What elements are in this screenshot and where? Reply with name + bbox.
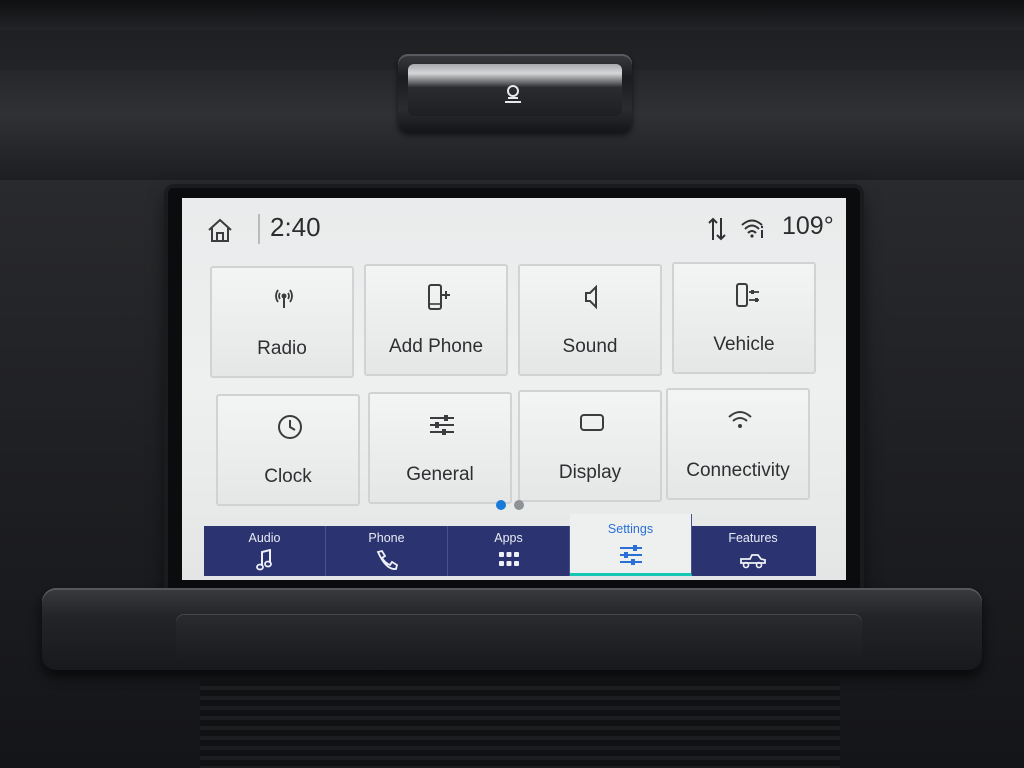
nav-label: Settings — [607, 522, 654, 536]
page-indicator — [496, 500, 526, 512]
outside-temperature: 109° — [782, 212, 834, 240]
status-bar: 2:40 109° — [182, 198, 846, 258]
tile-vehicle[interactable]: Vehicle — [672, 262, 816, 374]
nav-tab-apps[interactable]: Apps — [448, 526, 570, 576]
dashboard-shelf-lip — [176, 614, 862, 662]
tile-label: Clock — [264, 466, 312, 487]
add-phone-icon — [428, 284, 450, 310]
tile-label: Vehicle — [713, 334, 775, 355]
status-divider — [258, 214, 260, 244]
settings-tiles-grid: Radio Add Phone Sound Vehicle Clock Gene… — [204, 262, 840, 508]
tile-connectivity[interactable]: Connectivity — [666, 388, 810, 500]
tile-sound[interactable]: Sound — [518, 264, 662, 376]
lane-keeping-icon — [505, 85, 521, 103]
bottom-nav-bar: Audio Phone Apps Settings Features — [204, 514, 816, 576]
tile-label: Display — [558, 462, 622, 483]
tile-label: General — [406, 464, 474, 485]
display-icon — [580, 414, 604, 431]
tile-clock[interactable]: Clock — [216, 394, 360, 506]
truck-icon — [740, 554, 766, 569]
home-icon[interactable] — [206, 216, 234, 244]
wifi-status-icon — [741, 219, 764, 238]
apps-grid-icon — [499, 552, 519, 566]
tile-label: Sound — [562, 336, 618, 357]
nav-label: Phone — [368, 531, 405, 545]
vehicle-settings-icon — [736, 283, 759, 307]
tile-add-phone[interactable]: Add Phone — [364, 264, 508, 376]
dashboard-top-trim — [0, 0, 1024, 30]
infotainment-screen: 2:40 109° Radio Add Phone Sound Vehicle … — [182, 198, 846, 580]
clock-icon — [278, 415, 302, 439]
tile-general[interactable]: General — [368, 392, 512, 504]
tile-label: Add Phone — [388, 336, 484, 357]
nav-label: Apps — [494, 531, 523, 545]
page-dot-inactive[interactable] — [514, 500, 524, 510]
tile-display[interactable]: Display — [518, 390, 662, 502]
nav-tab-features[interactable]: Features — [692, 526, 814, 576]
phone-handset-icon — [376, 549, 399, 570]
nav-label: Audio — [248, 531, 281, 545]
wifi-icon — [728, 411, 752, 428]
nav-label: Features — [728, 531, 778, 545]
hazard-button[interactable] — [398, 54, 632, 132]
speaker-icon — [585, 284, 597, 310]
music-note-icon — [256, 549, 272, 571]
settings-sliders-icon — [620, 545, 642, 565]
tile-radio[interactable]: Radio — [210, 266, 354, 378]
nav-tab-settings[interactable]: Settings — [570, 514, 692, 576]
radio-antenna-icon — [275, 289, 293, 308]
tile-label: Connectivity — [686, 460, 790, 481]
sliders-icon — [430, 415, 454, 435]
center-vent — [200, 680, 840, 768]
tile-label: Radio — [257, 338, 307, 359]
data-transfer-icon — [708, 217, 726, 241]
status-time: 2:40 — [270, 212, 321, 242]
page-dot-active[interactable] — [496, 500, 506, 510]
nav-tab-phone[interactable]: Phone — [326, 526, 448, 576]
nav-tab-audio[interactable]: Audio — [204, 526, 326, 576]
